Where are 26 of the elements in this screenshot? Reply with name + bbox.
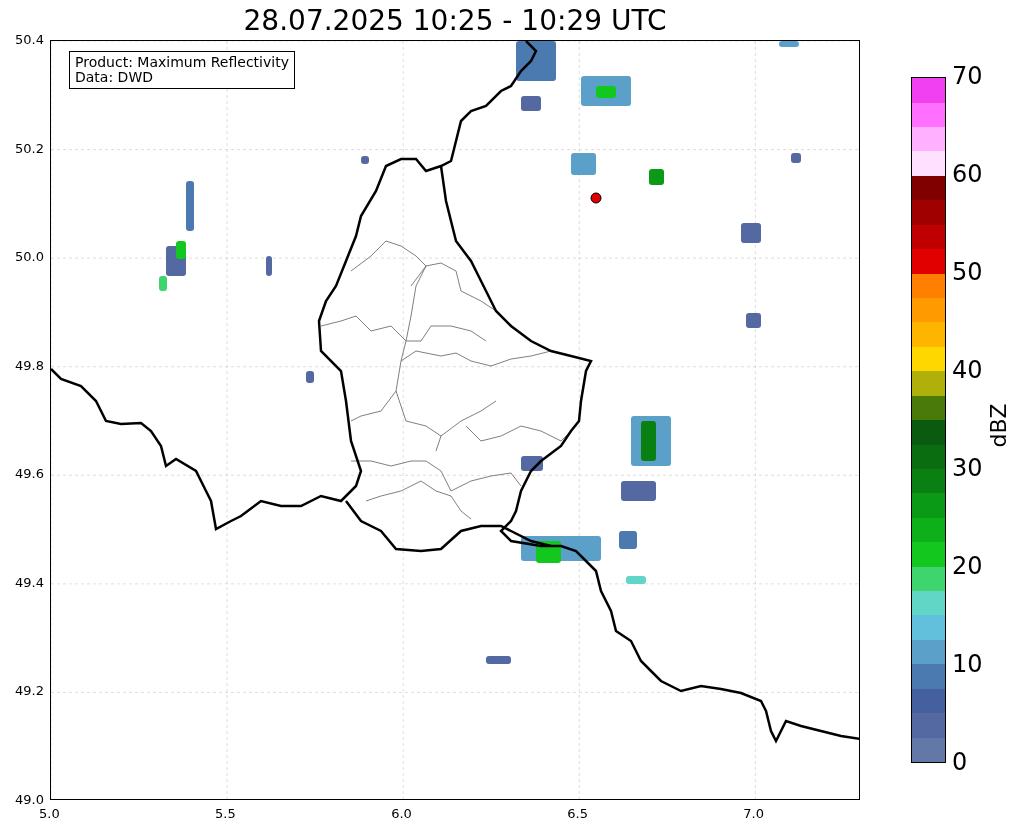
colorbar-tick-label: 50 <box>952 258 983 286</box>
y-tick-label: 49.6 <box>15 466 44 482</box>
y-tick-label: 50.2 <box>15 140 44 156</box>
colorbar-tick-label: 40 <box>952 356 983 384</box>
y-tick-label: 49.0 <box>15 792 44 807</box>
x-tick-label: 6.0 <box>391 806 412 821</box>
y-tick-label: 49.4 <box>15 574 44 590</box>
y-tick-label: 49.8 <box>15 357 44 373</box>
colorbar-tick-label: 70 <box>952 62 983 90</box>
colorbar-tick-label: 30 <box>952 454 983 482</box>
colorbar-tick-label: 20 <box>952 552 983 580</box>
colorbar-label: dBZ <box>985 403 1011 448</box>
colorbar-tick-label: 10 <box>952 650 983 678</box>
colorbar-tick-label: 60 <box>952 160 983 188</box>
location-marker <box>590 192 602 204</box>
info-text: Product: Maximum Reflectivity <box>75 55 289 70</box>
y-tick-label: 50.0 <box>15 249 44 265</box>
x-tick-label: 6.5 <box>567 806 588 821</box>
y-tick-label: 49.2 <box>15 683 44 699</box>
info-text: Data: DWD <box>75 70 154 85</box>
plot-title: 28.07.2025 10:25 - 10:29 UTC <box>242 2 668 39</box>
y-tick-label: 50.4 <box>15 32 44 47</box>
x-tick-label: 7.0 <box>743 806 765 821</box>
colorbar-tick-label: 0 <box>952 748 968 776</box>
x-tick-label: 5.5 <box>215 806 236 821</box>
x-tick-label: 5.0 <box>39 806 60 821</box>
